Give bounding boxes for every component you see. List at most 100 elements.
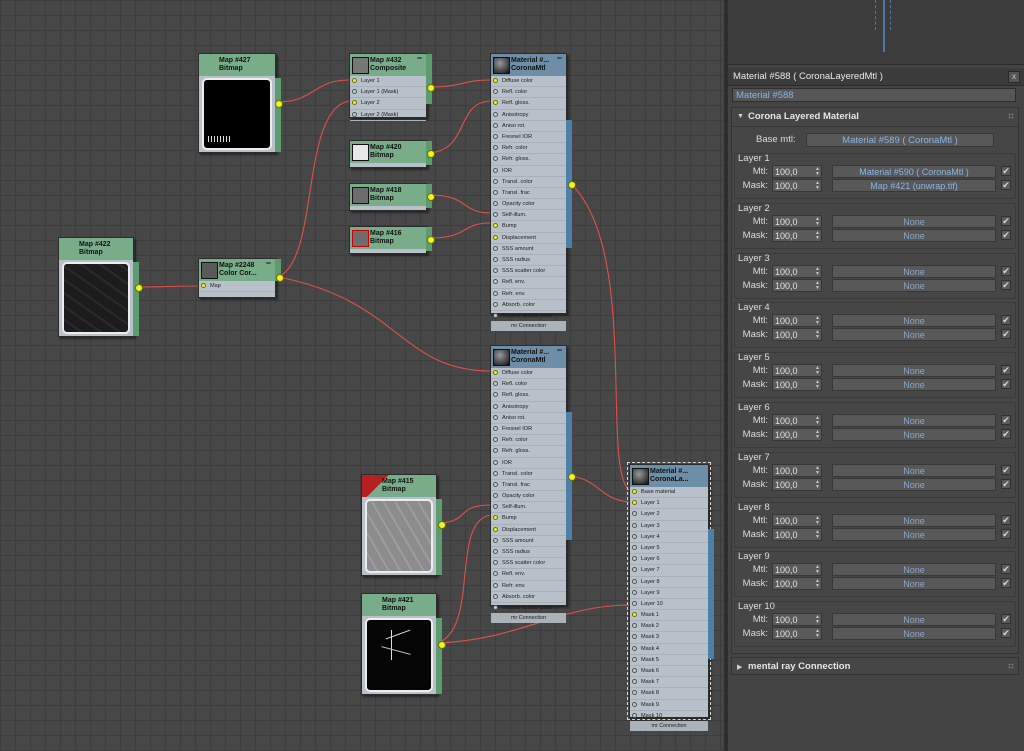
- socket-icon[interactable]: [493, 245, 498, 251]
- checkmark-icon[interactable]: ✔: [1001, 329, 1011, 340]
- input-socket-row[interactable]: Transl. frac: [491, 480, 566, 492]
- mtl-slot-button[interactable]: None: [832, 463, 996, 477]
- socket-icon[interactable]: [493, 167, 498, 173]
- output-socket[interactable]: [438, 641, 446, 649]
- input-socket-row[interactable]: Mask 6: [630, 666, 708, 678]
- input-socket-row[interactable]: Layer 6: [630, 554, 708, 566]
- input-socket-row[interactable]: Layer 2: [630, 509, 708, 521]
- input-socket-row[interactable]: Opacity color: [491, 491, 566, 503]
- socket-icon[interactable]: [632, 668, 637, 673]
- mask-slot-button[interactable]: None: [832, 527, 996, 541]
- mask-amount-spinner[interactable]: 100,0 ▲ ▼: [772, 428, 822, 441]
- input-socket-row[interactable]: IOR: [491, 458, 566, 469]
- mtl-slot-button[interactable]: None: [832, 613, 996, 627]
- mtl-amount-spinner[interactable]: 100,0 ▲ ▼: [772, 613, 822, 627]
- mask-amount-spinner[interactable]: 100,0 ▲ ▼: [772, 378, 822, 392]
- socket-icon[interactable]: [493, 537, 498, 543]
- spinner-arrows-icon[interactable]: ▲ ▼: [815, 465, 820, 476]
- node-map-422[interactable]: Map #422 Bitmap: [58, 237, 143, 337]
- node-map-420[interactable]: Map #420 Bitmap: [349, 140, 435, 168]
- spinner-arrows-icon[interactable]: ▲ ▼: [815, 380, 820, 390]
- socket-icon[interactable]: [632, 544, 637, 550]
- socket-icon[interactable]: [632, 511, 637, 517]
- socket-icon[interactable]: [493, 549, 498, 554]
- input-socket-row[interactable]: Mask 2: [630, 621, 708, 633]
- node-header[interactable]: Material #... CoronaMtl −: [491, 54, 566, 76]
- socket-icon[interactable]: [632, 489, 637, 494]
- output-socket[interactable]: [275, 100, 283, 108]
- input-socket-row[interactable]: Self-illum.: [491, 210, 566, 222]
- mask-amount-spinner[interactable]: 100,0 ▲ ▼: [772, 278, 822, 292]
- mtl-amount-spinner[interactable]: 100,0 ▲ ▼: [772, 563, 822, 577]
- socket-icon[interactable]: [493, 515, 498, 521]
- spinner-arrows-icon[interactable]: ▲ ▼: [815, 430, 820, 440]
- mask-amount-spinner[interactable]: 100,0 ▲ ▼: [772, 179, 822, 192]
- socket-icon[interactable]: [632, 500, 637, 506]
- spinner-arrows-icon[interactable]: ▲ ▼: [815, 266, 820, 277]
- input-socket-row[interactable]: Refl. color: [491, 87, 566, 99]
- input-socket-row[interactable]: Refr. env.: [491, 581, 566, 592]
- spinner-arrows-icon[interactable]: ▲ ▼: [815, 515, 820, 526]
- mask-slot-button[interactable]: Map #421 (unwrap.tif): [832, 179, 996, 192]
- node-map-418[interactable]: Map #418 Bitmap: [349, 183, 435, 211]
- minimize-icon[interactable]: −: [557, 54, 562, 63]
- spinner-arrows-icon[interactable]: ▲ ▼: [815, 167, 820, 177]
- input-socket-row[interactable]: Anisotropy: [491, 402, 566, 413]
- spinner-arrows-icon[interactable]: ▲ ▼: [815, 330, 820, 340]
- socket-icon[interactable]: [493, 212, 498, 218]
- mtl-amount-spinner[interactable]: 100,0 ▲ ▼: [772, 264, 822, 278]
- rollout-header[interactable]: ▶ mental ray Connection: [732, 658, 1018, 676]
- socket-icon[interactable]: [493, 560, 498, 566]
- node-editor-canvas[interactable]: Map #427 Bitmap Map #422 Bitmap Map #2248 C…: [0, 0, 724, 751]
- socket-icon[interactable]: [632, 645, 637, 651]
- socket-icon[interactable]: [493, 381, 498, 387]
- output-socket[interactable]: [276, 274, 284, 282]
- input-socket-row[interactable]: Aniso rot.: [491, 121, 566, 132]
- navigator-view[interactable]: [728, 0, 1024, 65]
- input-socket-row[interactable]: Refr. env.: [491, 289, 566, 300]
- input-socket-row[interactable]: Absorb. color: [491, 300, 566, 311]
- input-socket-row[interactable]: SSS radius: [491, 547, 566, 559]
- input-socket-row[interactable]: Diffuse color: [491, 368, 566, 380]
- node-map-2248[interactable]: Map #2248 Color Cor... − Map: [198, 258, 284, 298]
- mtl-amount-spinner[interactable]: 100,0 ▲ ▼: [772, 513, 822, 527]
- socket-icon[interactable]: [493, 392, 498, 398]
- checkmark-icon[interactable]: ✔: [1001, 514, 1011, 525]
- output-socket[interactable]: [427, 84, 435, 92]
- input-socket-row[interactable]: Map: [199, 281, 275, 293]
- socket-icon[interactable]: [493, 593, 498, 599]
- input-socket-row[interactable]: Base material: [630, 487, 708, 499]
- input-socket-row[interactable]: Refl. gloss.: [491, 390, 566, 402]
- socket-icon[interactable]: [493, 301, 498, 307]
- socket-icon[interactable]: [632, 578, 637, 584]
- socket-icon[interactable]: [632, 567, 637, 573]
- output-socket[interactable]: [568, 473, 576, 481]
- spinner-arrows-icon[interactable]: ▲ ▼: [815, 579, 820, 589]
- spinner-arrows-icon[interactable]: ▲ ▼: [815, 479, 820, 490]
- base-mtl-button[interactable]: Material #589 ( CoronaMtl ): [806, 133, 994, 147]
- input-socket-row[interactable]: Layer 5: [630, 543, 708, 555]
- spinner-arrows-icon[interactable]: ▲ ▼: [815, 216, 820, 227]
- socket-icon[interactable]: [352, 100, 357, 106]
- output-socket[interactable]: [568, 181, 576, 189]
- input-socket-row[interactable]: Layer 8: [630, 577, 708, 588]
- input-socket-row[interactable]: Bump: [491, 221, 566, 233]
- input-socket-row[interactable]: Mask 8: [630, 688, 708, 700]
- minimize-icon[interactable]: −: [557, 346, 562, 355]
- input-socket-row[interactable]: Refl. gloss.: [491, 98, 566, 110]
- mtl-amount-spinner[interactable]: 100,0 ▲ ▼: [772, 214, 822, 228]
- spinner-arrows-icon[interactable]: ▲ ▼: [815, 366, 820, 376]
- checkmark-icon[interactable]: ✔: [1001, 564, 1011, 575]
- socket-icon[interactable]: [493, 111, 498, 117]
- checkmark-icon[interactable]: ✔: [1001, 578, 1011, 589]
- node-header[interactable]: Material #... CoronaMtl −: [491, 346, 566, 368]
- input-socket-row[interactable]: Layer 10: [630, 599, 708, 611]
- socket-icon[interactable]: [493, 526, 498, 532]
- input-socket-row[interactable]: Layer 9: [630, 588, 708, 599]
- input-socket-row[interactable]: Transl. color: [491, 469, 566, 480]
- socket-icon[interactable]: [493, 234, 498, 240]
- socket-icon[interactable]: [493, 290, 498, 296]
- mask-slot-button[interactable]: None: [832, 278, 996, 292]
- input-socket-row[interactable]: Layer 4: [630, 532, 708, 543]
- input-socket-row[interactable]: Displacement: [491, 233, 566, 244]
